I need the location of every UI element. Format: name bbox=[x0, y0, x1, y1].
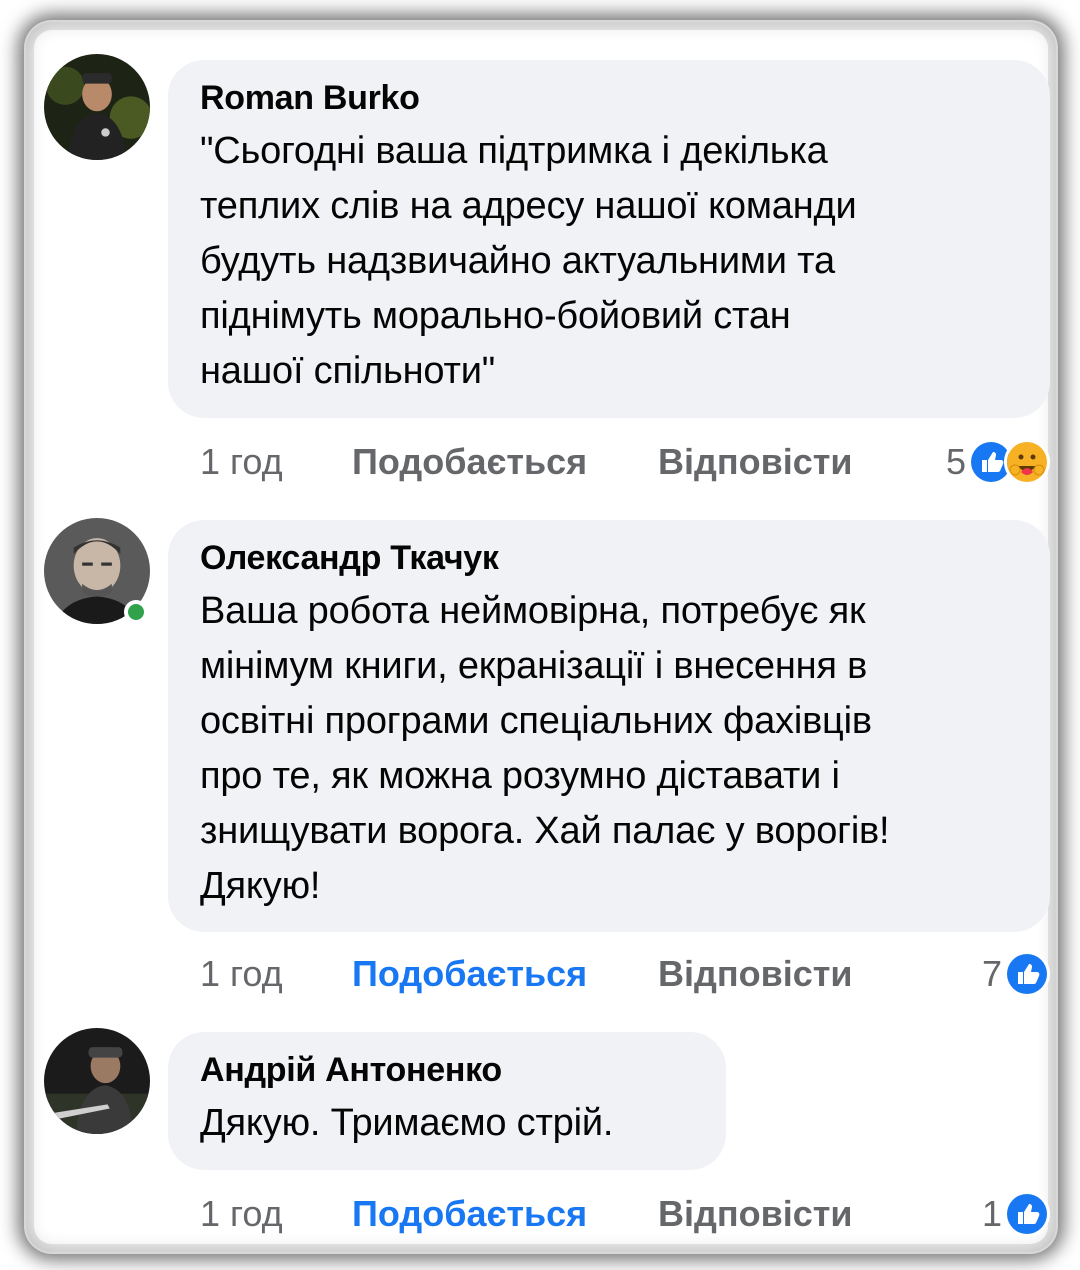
reaction-count: 5 bbox=[945, 441, 966, 482]
comment-author[interactable]: Roman Burko bbox=[200, 76, 1018, 120]
comment-text: Дякую. Тримаємо стрій. bbox=[200, 1102, 614, 1144]
like-button[interactable]: Подобається bbox=[352, 1192, 658, 1236]
reaction-summary[interactable]: 7 bbox=[982, 951, 1050, 997]
comment-bubble: Олександр Ткачук Ваша робота неймовірна,… bbox=[168, 520, 1050, 932]
avatar-roman-burko[interactable] bbox=[44, 54, 150, 160]
reply-button[interactable]: Відповісти bbox=[658, 440, 853, 484]
avatar-image bbox=[44, 54, 150, 160]
reaction-count: 1 bbox=[981, 1193, 1002, 1234]
comment-bubble: Андрій Антоненко Дякую. Тримаємо стрій. bbox=[168, 1032, 726, 1170]
comment-time[interactable]: 1 год bbox=[200, 952, 352, 996]
comment-time[interactable]: 1 год bbox=[200, 440, 352, 484]
comment-actions: 1 год Подобається Відповісти 7 bbox=[200, 951, 1050, 997]
reaction-summary[interactable]: 1 bbox=[982, 1191, 1050, 1237]
reaction-count: 7 bbox=[981, 953, 1002, 994]
avatar-image bbox=[44, 1028, 150, 1134]
comment-author[interactable]: Андрій Антоненко bbox=[200, 1048, 694, 1092]
reply-button[interactable]: Відповісти bbox=[658, 1192, 853, 1236]
comment-author[interactable]: Олександр Ткачук bbox=[200, 536, 1018, 580]
comment-actions: 1 год Подобається Відповісти 5 bbox=[200, 439, 1050, 485]
like-button[interactable]: Подобається bbox=[352, 440, 658, 484]
comment-bubble: Roman Burko "Сьогодні ваша підтримка і д… bbox=[168, 60, 1050, 418]
reaction-summary[interactable]: 5 bbox=[946, 439, 1050, 485]
comment-text: "Сьогодні ваша підтримка і декілька тепл… bbox=[200, 130, 857, 392]
comment-actions: 1 год Подобається Відповісти 1 bbox=[200, 1191, 1050, 1237]
comments-screen: Roman Burko "Сьогодні ваша підтримка і д… bbox=[34, 30, 1050, 1244]
reply-button[interactable]: Відповісти bbox=[658, 952, 853, 996]
like-icon bbox=[1004, 1191, 1050, 1237]
like-button[interactable]: Подобається bbox=[352, 952, 658, 996]
like-icon bbox=[1004, 951, 1050, 997]
online-status-indicator bbox=[124, 600, 148, 624]
avatar-andrii-antonenko[interactable] bbox=[44, 1028, 150, 1134]
comment-text: Ваша робота неймовірна, потребує як міні… bbox=[200, 590, 890, 907]
photo-frame: Roman Burko "Сьогодні ваша підтримка і д… bbox=[26, 22, 1056, 1252]
care-icon bbox=[1004, 439, 1050, 485]
comment-time[interactable]: 1 год bbox=[200, 1192, 352, 1236]
